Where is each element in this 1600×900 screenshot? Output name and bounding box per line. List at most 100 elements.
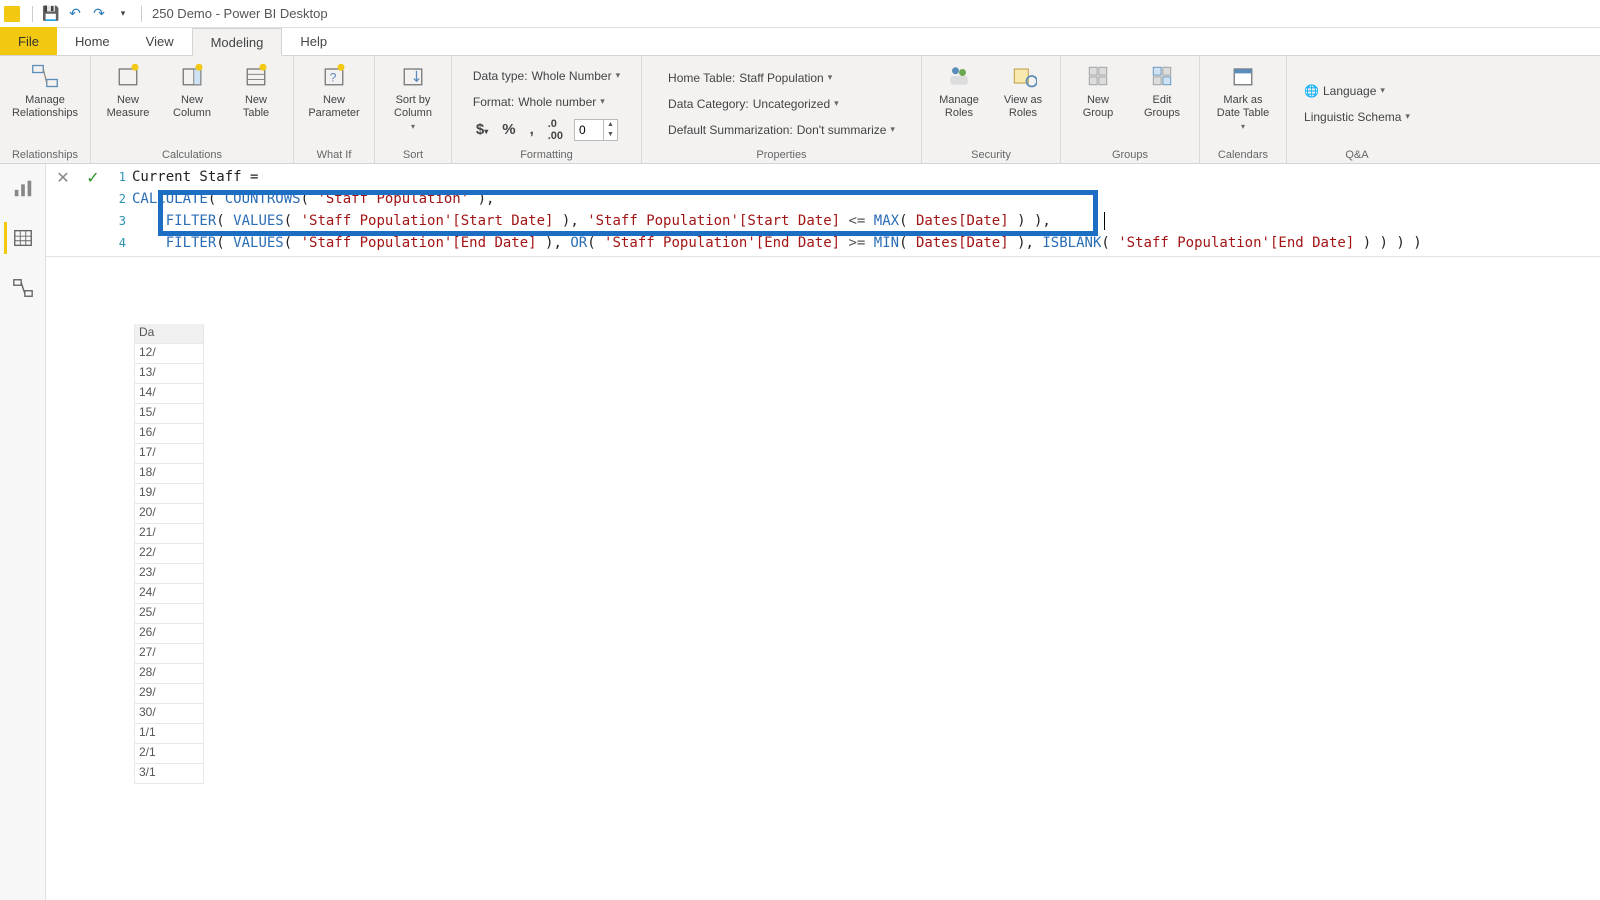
data-view-button[interactable]: [4, 222, 39, 254]
file-tab[interactable]: File: [0, 27, 57, 55]
new-group-icon: [1082, 60, 1114, 92]
new-measure-button[interactable]: New Measure: [101, 60, 155, 120]
code-content[interactable]: CALCULATE( COUNTROWS( 'Staff Population'…: [132, 188, 494, 210]
group-label: Relationships: [12, 147, 78, 161]
chevron-down-icon: ▾: [1380, 85, 1385, 96]
editor-line[interactable]: 1Current Staff =: [110, 166, 1600, 188]
group-label: What If: [317, 147, 352, 161]
new-parameter-button[interactable]: ? New Parameter: [304, 60, 364, 120]
tab-home[interactable]: Home: [57, 27, 128, 55]
code-content[interactable]: FILTER( VALUES( 'Staff Population'[End D…: [132, 232, 1422, 254]
new-column-button[interactable]: New Column: [165, 60, 219, 120]
model-view-button[interactable]: [7, 272, 39, 304]
table-cell[interactable]: 28/: [134, 664, 204, 684]
table-cell[interactable]: 29/: [134, 684, 204, 704]
data-category-dropdown[interactable]: Data Category: Uncategorized ▾: [668, 93, 839, 115]
new-group-button[interactable]: New Group: [1071, 60, 1125, 120]
label: New Column: [173, 94, 211, 120]
table-cell[interactable]: 15/: [134, 404, 204, 424]
formula-controls: ✕ ✓: [46, 164, 110, 192]
home-table-dropdown[interactable]: Home Table: Staff Population ▾: [668, 67, 832, 89]
line-number: 4: [110, 232, 132, 254]
decimal-format-button[interactable]: .0.00: [545, 118, 566, 142]
table-cell[interactable]: 1/1: [134, 724, 204, 744]
table-cell[interactable]: 20/: [134, 504, 204, 524]
spin-up-icon[interactable]: ▲: [604, 120, 617, 130]
label: Default Summarization:: [668, 123, 793, 137]
column-header[interactable]: Da: [134, 324, 204, 344]
center-pane: Date 1/06/ ✕ ✓ 1Current Staff =2CALCULAT…: [46, 164, 1600, 900]
commit-formula-button[interactable]: ✓: [82, 167, 104, 189]
column-icon: [176, 60, 208, 92]
ribbon-group-sort: Sort by Column ▾ Sort: [375, 56, 452, 163]
percent-format-button[interactable]: %: [499, 121, 518, 138]
table-cell[interactable]: 24/: [134, 584, 204, 604]
manage-relationships-button[interactable]: Manage Relationships: [10, 60, 80, 120]
table-cell[interactable]: 21/: [134, 524, 204, 544]
table-cell[interactable]: 19/: [134, 484, 204, 504]
comma-format-button[interactable]: ,: [527, 121, 537, 138]
tab-modeling[interactable]: Modeling: [192, 28, 283, 56]
table-cell[interactable]: 14/: [134, 384, 204, 404]
redo-icon[interactable]: ↷: [89, 4, 109, 24]
group-label: Properties: [756, 147, 806, 161]
ribbon-group-properties: Home Table: Staff Population ▾ Data Cate…: [642, 56, 922, 163]
table-cell[interactable]: 13/: [134, 364, 204, 384]
editor-line[interactable]: 3 FILTER( VALUES( 'Staff Population'[Sta…: [110, 210, 1600, 232]
format-dropdown[interactable]: Format: Whole number ▾: [473, 91, 605, 113]
default-summarization-dropdown[interactable]: Default Summarization: Don't summarize ▾: [668, 119, 895, 141]
group-label: Formatting: [520, 147, 573, 161]
new-table-button[interactable]: New Table: [229, 60, 283, 120]
edit-groups-button[interactable]: Edit Groups: [1135, 60, 1189, 120]
spin-down-icon[interactable]: ▼: [604, 130, 617, 140]
table-cell[interactable]: 12/: [134, 344, 204, 364]
qat-dropdown-icon[interactable]: ▾: [113, 4, 133, 24]
ribbon: Manage Relationships Relationships New M…: [0, 56, 1600, 164]
table-cell[interactable]: 26/: [134, 624, 204, 644]
sort-by-column-button[interactable]: Sort by Column ▾: [385, 60, 441, 132]
table-cell[interactable]: 3/1: [134, 764, 204, 784]
table-cell[interactable]: 25/: [134, 604, 204, 624]
group-label: Q&A: [1345, 147, 1368, 161]
label: Mark as Date Table: [1217, 94, 1269, 120]
code-content[interactable]: Current Staff =: [132, 166, 258, 188]
table-cell[interactable]: 27/: [134, 644, 204, 664]
currency-format-button[interactable]: $▾: [473, 121, 491, 138]
label: New Measure: [107, 94, 150, 120]
relationships-icon: [29, 60, 61, 92]
code-content[interactable]: FILTER( VALUES( 'Staff Population'[Start…: [132, 210, 1051, 232]
table-cell[interactable]: 17/: [134, 444, 204, 464]
linguistic-schema-dropdown[interactable]: Linguistic Schema ▾: [1304, 106, 1410, 128]
app-logo-icon: [4, 6, 20, 22]
undo-icon[interactable]: ↶: [65, 4, 85, 24]
decimal-places-stepper[interactable]: ▲▼: [574, 119, 618, 141]
table-cell[interactable]: 22/: [134, 544, 204, 564]
tab-help[interactable]: Help: [282, 27, 345, 55]
language-dropdown[interactable]: 🌐 Language ▾: [1304, 80, 1385, 102]
measure-icon: [112, 60, 144, 92]
data-type-dropdown[interactable]: Data type: Whole Number ▾: [473, 65, 620, 87]
table-cell[interactable]: 2/1: [134, 744, 204, 764]
chevron-down-icon: ▾: [600, 96, 605, 107]
value: Whole number: [518, 95, 596, 109]
chevron-down-icon: ▾: [834, 98, 839, 109]
save-icon[interactable]: 💾: [41, 4, 61, 24]
table-cell[interactable]: 18/: [134, 464, 204, 484]
table-cell[interactable]: 16/: [134, 424, 204, 444]
label: New Table: [243, 94, 269, 120]
ribbon-group-relationships: Manage Relationships Relationships: [0, 56, 91, 163]
ribbon-group-calendars: Mark as Date Table ▾ Calendars: [1200, 56, 1287, 163]
editor-line[interactable]: 2CALCULATE( COUNTROWS( 'Staff Population…: [110, 188, 1600, 210]
report-view-button[interactable]: [7, 172, 39, 204]
cancel-formula-button[interactable]: ✕: [52, 167, 74, 189]
table-cell[interactable]: 30/: [134, 704, 204, 724]
manage-roles-button[interactable]: Manage Roles: [932, 60, 986, 120]
dax-editor[interactable]: 1Current Staff =2CALCULATE( COUNTROWS( '…: [110, 164, 1600, 256]
view-as-roles-button[interactable]: View as Roles: [996, 60, 1050, 120]
table-icon: [240, 60, 272, 92]
editor-line[interactable]: 4 FILTER( VALUES( 'Staff Population'[End…: [110, 232, 1600, 254]
tab-view[interactable]: View: [128, 27, 192, 55]
decimal-input[interactable]: [575, 123, 603, 137]
table-cell[interactable]: 23/: [134, 564, 204, 584]
mark-as-date-table-button[interactable]: Mark as Date Table ▾: [1210, 60, 1276, 132]
